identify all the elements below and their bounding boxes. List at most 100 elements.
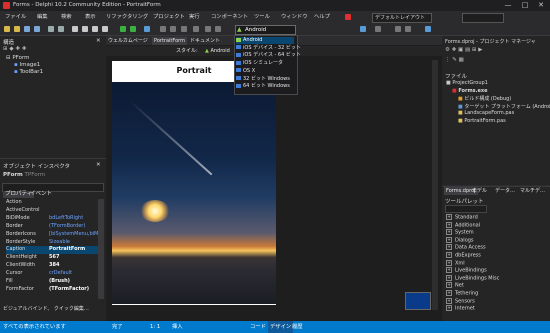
view-form-icon[interactable] xyxy=(82,26,88,32)
project-toolbar-2[interactable]: ⋮ ✎ ▦ xyxy=(445,57,545,63)
palette-category[interactable]: + Net xyxy=(446,282,544,289)
property-row[interactable]: BiDiMode bdLeftToRight xyxy=(6,215,98,223)
view-unit-icon[interactable] xyxy=(72,26,78,32)
undo-icon[interactable] xyxy=(205,26,211,32)
property-value[interactable]: crDefault xyxy=(49,270,72,278)
tree-item-image1[interactable]: ▪ Image1 xyxy=(14,62,40,68)
property-row[interactable]: Cursor crDefault xyxy=(6,270,98,278)
pin-icon[interactable]: ✕ xyxy=(96,162,101,168)
new-icon[interactable] xyxy=(4,26,10,32)
pin-icon[interactable]: ✕ xyxy=(96,38,101,44)
project-tree-item[interactable]: ■ LandscapeForm.pas xyxy=(458,110,514,116)
tab-multidevice[interactable]: マルチデ… xyxy=(520,187,545,195)
run-without-debug-icon[interactable] xyxy=(130,26,136,32)
minimize-button[interactable]: — xyxy=(500,0,516,11)
new-form-icon[interactable] xyxy=(102,26,108,32)
platform-option[interactable]: OS X xyxy=(236,68,294,75)
property-value[interactable]: 567 xyxy=(49,254,59,262)
save-icon[interactable] xyxy=(24,26,30,32)
tab-history[interactable]: 履歴 xyxy=(292,321,303,333)
menu-file[interactable]: ファイル xyxy=(5,11,26,23)
platform-option[interactable]: 64 ビット Windows xyxy=(236,83,294,90)
property-value[interactable]: (TFormFactor) xyxy=(49,286,89,294)
maximize-button[interactable]: □ xyxy=(517,0,533,11)
device-icon[interactable] xyxy=(360,26,366,32)
menu-project[interactable]: プロジェクト xyxy=(153,11,185,23)
property-row[interactable]: BorderIcons [biSystemMenu,biMin xyxy=(6,231,103,239)
tab-welcome[interactable]: ウェルカムページ xyxy=(108,37,148,45)
menu-run[interactable]: 実行 xyxy=(189,11,200,23)
tree-item-pform[interactable]: ⊟ PForm xyxy=(6,55,30,61)
property-value[interactable]: [biSystemMenu,biMin xyxy=(49,231,103,239)
palette-category[interactable]: + dbExpress xyxy=(446,252,544,259)
platform-option[interactable]: 32 ビット Windows xyxy=(236,76,294,83)
project-tree-item[interactable]: ■ ビルド構成 (Debug) xyxy=(458,95,511,102)
close-file-icon[interactable] xyxy=(58,26,64,32)
palette-category[interactable]: + Dialogs xyxy=(446,236,544,244)
pause-icon[interactable] xyxy=(144,26,150,32)
structure-toolbar[interactable]: ⊞ ◆ ✚ ✚ xyxy=(3,46,103,52)
menu-window[interactable]: ウィンドウ xyxy=(281,11,308,23)
layout-icon[interactable] xyxy=(375,26,381,32)
designer-scrollbar[interactable] xyxy=(432,60,438,310)
back-icon[interactable] xyxy=(395,26,401,32)
save-all-icon[interactable] xyxy=(34,26,40,32)
palette-category[interactable]: + Xml xyxy=(446,259,544,267)
menu-search[interactable]: 検索 xyxy=(61,11,72,23)
stop-icon[interactable] xyxy=(193,26,199,32)
palette-category[interactable]: + Internet xyxy=(446,305,544,312)
project-tree-item[interactable]: ■ PortraitForm.pas xyxy=(458,118,506,124)
tab-model[interactable]: モデル xyxy=(472,187,487,195)
forward-icon[interactable] xyxy=(405,26,411,32)
property-value[interactable]: (Brush) xyxy=(49,278,70,286)
palette-category[interactable]: + System xyxy=(446,229,544,236)
open-icon[interactable] xyxy=(14,26,20,32)
inspector-scrollbar[interactable] xyxy=(98,199,104,299)
platform-option[interactable]: iOS シミュレータ xyxy=(236,60,294,67)
menu-tools[interactable]: ツール xyxy=(254,11,270,23)
form-thumbnail[interactable] xyxy=(405,292,431,310)
menu-help[interactable]: ヘルプ xyxy=(314,11,330,23)
open-project-icon[interactable] xyxy=(48,26,54,32)
palette-category[interactable]: + LiveBindings xyxy=(446,267,544,274)
palette-search-input[interactable] xyxy=(445,205,487,213)
palette-category[interactable]: + Sensors xyxy=(446,297,544,305)
inspector-footer[interactable]: ビジュアルバインド、 クイック編集… xyxy=(3,305,89,312)
menu-component[interactable]: コンポーネント xyxy=(211,11,248,23)
property-row[interactable]: FormFactor (TFormFactor) xyxy=(6,286,98,294)
run-to-cursor-icon[interactable] xyxy=(181,26,187,32)
close-button[interactable]: ✕ xyxy=(533,0,549,11)
tab-code[interactable]: コード xyxy=(250,321,266,333)
menu-edit[interactable]: 編集 xyxy=(37,11,48,23)
platform-option[interactable]: iOS デバイス - 64 ビット xyxy=(236,52,301,59)
help-icon[interactable] xyxy=(425,26,431,32)
platform-option[interactable]: iOS デバイス - 32 ビット xyxy=(236,45,301,52)
menu-view[interactable]: 表示 xyxy=(85,11,96,23)
property-row[interactable]: Caption PortraitForm xyxy=(6,246,98,255)
property-value[interactable]: 384 xyxy=(49,262,59,270)
record-icon[interactable] xyxy=(345,14,351,20)
tab-events[interactable]: イベント xyxy=(30,191,52,198)
palette-category[interactable]: + LiveBindings Misc xyxy=(446,274,544,282)
tab-data[interactable]: データ… xyxy=(495,187,515,195)
palette-category[interactable]: + Tethering xyxy=(446,290,544,297)
tab-design[interactable]: デザイン xyxy=(268,321,294,333)
project-tree-item[interactable]: ■ ProjectGroup1 xyxy=(446,80,488,86)
property-row[interactable]: ActiveControl xyxy=(6,207,98,215)
layout-select[interactable]: デフォルトレイアウト xyxy=(372,13,432,23)
property-row[interactable]: Fill (Brush) xyxy=(6,278,98,286)
property-row[interactable]: BorderStyle Sizeable xyxy=(6,239,98,247)
platform-option[interactable]: Android xyxy=(236,37,294,44)
property-value[interactable]: (TFormBorder) xyxy=(49,223,85,231)
project-tree-item[interactable]: ■ Forms.exe xyxy=(452,88,488,94)
trace-into-icon[interactable] xyxy=(170,26,176,32)
tree-item-toolbar1[interactable]: ▪ ToolBar1 xyxy=(14,69,43,75)
tab-portraitform[interactable]: PortraitForm xyxy=(152,37,187,45)
target-platform-combo[interactable]: Android xyxy=(235,25,296,35)
menu-refactor[interactable]: リファクタリング xyxy=(106,11,148,23)
property-row[interactable]: Action xyxy=(6,199,98,207)
step-over-icon[interactable] xyxy=(160,26,166,32)
property-value[interactable]: Sizeable xyxy=(49,239,70,247)
property-value[interactable]: bdLeftToRight xyxy=(49,215,83,223)
tab-document[interactable]: ドキュメント xyxy=(190,37,220,45)
